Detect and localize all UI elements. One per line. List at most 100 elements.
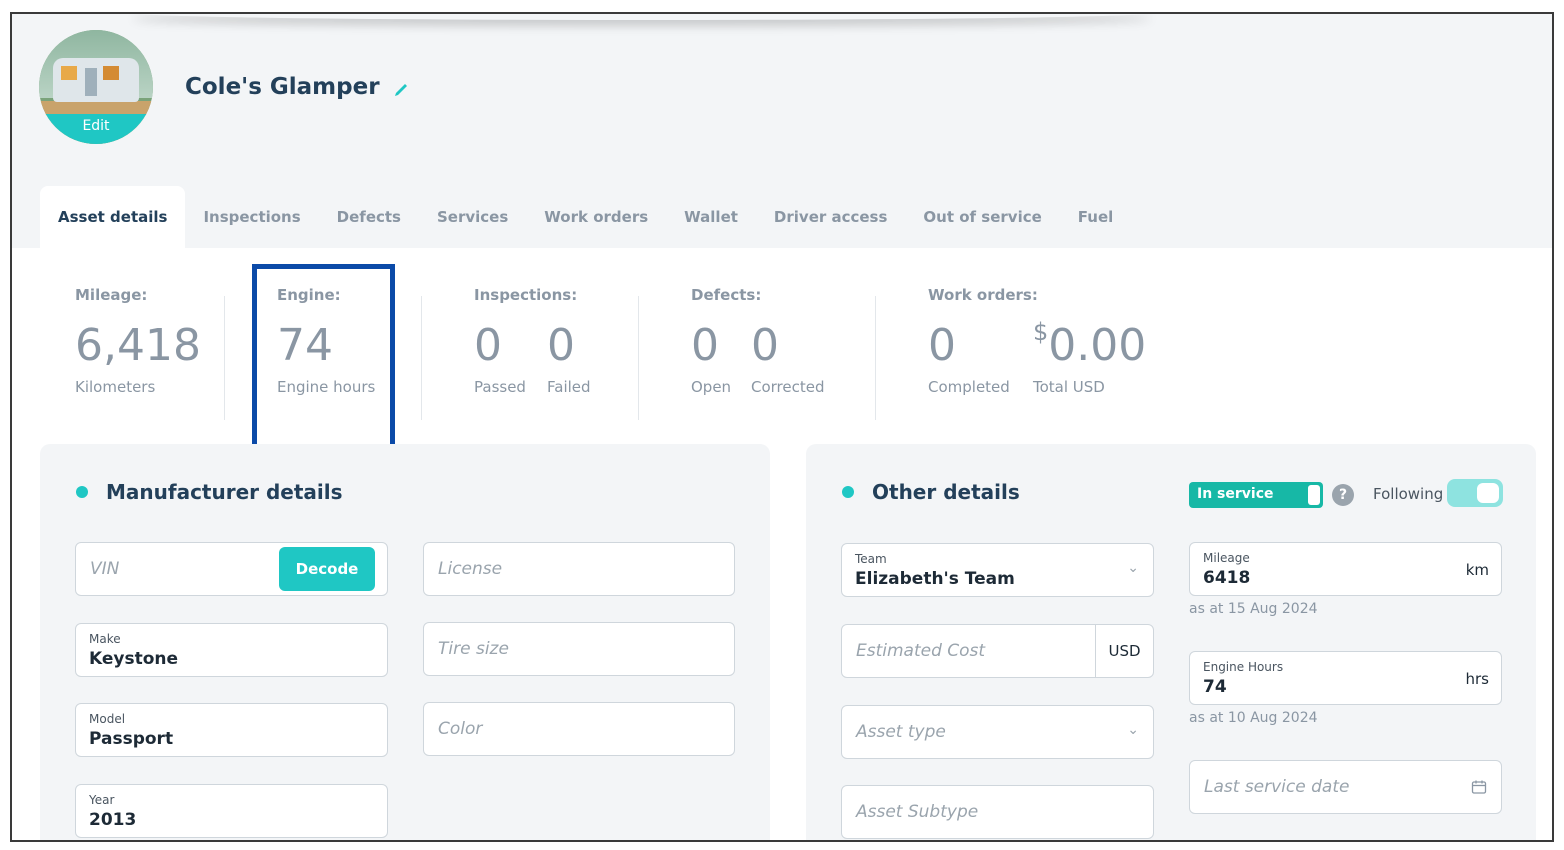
divider [421, 296, 422, 420]
tab-driver-access[interactable]: Driver access [756, 186, 906, 248]
model-field[interactable]: Model Passport [75, 703, 388, 757]
vin-field[interactable]: VIN Decode [75, 542, 388, 596]
engine-hours-asat: as at 10 Aug 2024 [1189, 710, 1318, 726]
mileage-label: Mileage [1203, 551, 1250, 565]
stat-corrected-label: Corrected [751, 378, 825, 396]
manufacturer-title: Manufacturer details [76, 480, 343, 504]
asset-title: Cole's Glamper [185, 74, 380, 100]
last-service-placeholder: Last service date [1204, 777, 1350, 797]
tab-out-of-service[interactable]: Out of service [905, 186, 1059, 248]
stat-defects: Defects: 0 Open 0 Corrected [691, 286, 825, 396]
mileage-field[interactable]: Mileage 6418 km [1189, 542, 1502, 596]
license-field[interactable]: License [423, 542, 735, 596]
currency-symbol: $ [1033, 318, 1049, 346]
make-field[interactable]: Make Keystone [75, 623, 388, 677]
stat-total-label: Total USD [1033, 378, 1105, 396]
stat-work-orders-completed: 0 [928, 320, 956, 371]
stat-passed-label: Passed [474, 378, 526, 396]
tab-wallet[interactable]: Wallet [666, 186, 756, 248]
other-details-title-text: Other details [872, 480, 1020, 504]
color-placeholder: Color [438, 719, 483, 739]
help-icon[interactable]: ? [1332, 484, 1354, 506]
stat-mileage-value: 6,418 [75, 320, 201, 371]
in-service-label: In service [1197, 486, 1274, 502]
estimated-cost-field[interactable]: Estimated Cost USD [841, 624, 1154, 678]
mileage-asat: as at 15 Aug 2024 [1189, 601, 1318, 617]
stat-failed-label: Failed [547, 378, 591, 396]
currency-suffix: USD [1095, 625, 1153, 677]
tire-size-placeholder: Tire size [438, 639, 509, 659]
license-placeholder: License [438, 559, 503, 579]
edit-pencil-icon[interactable] [392, 78, 412, 98]
calendar-icon[interactable] [1471, 779, 1487, 795]
team-value: Elizabeth's Team [855, 569, 1015, 589]
chevron-down-icon: ⌄ [1127, 722, 1139, 738]
following-toggle[interactable] [1447, 479, 1503, 507]
engine-hours-field[interactable]: Engine Hours 74 hrs [1189, 651, 1502, 705]
tab-inspections[interactable]: Inspections [185, 186, 318, 248]
stat-work-orders-label: Work orders: [928, 286, 1038, 304]
chevron-down-icon: ⌄ [1127, 560, 1139, 576]
engine-highlight-box [252, 264, 395, 460]
model-label: Model [89, 712, 126, 726]
asset-subtype-placeholder: Asset Subtype [856, 802, 979, 822]
stat-defects-label: Defects: [691, 286, 762, 304]
stat-work-orders: Work orders: 0 Completed $0.00 Total USD [928, 286, 1146, 396]
other-details-title: Other details [842, 480, 1020, 504]
team-select[interactable]: Team Elizabeth's Team ⌄ [841, 543, 1154, 597]
manufacturer-card: Manufacturer details VIN Decode License … [40, 444, 770, 840]
manufacturer-title-text: Manufacturer details [106, 480, 343, 504]
top-shadow [132, 14, 1152, 20]
color-field[interactable]: Color [423, 702, 735, 756]
bullet-dot-icon [76, 486, 88, 498]
tab-work-orders[interactable]: Work orders [526, 186, 666, 248]
estimated-cost-placeholder: Estimated Cost [856, 641, 986, 661]
last-service-date-field[interactable]: Last service date [1189, 760, 1502, 814]
asset-subtype-field[interactable]: Asset Subtype [841, 785, 1154, 839]
team-label: Team [855, 552, 887, 566]
engine-hours-unit: hrs [1465, 670, 1490, 688]
year-value: 2013 [89, 810, 137, 830]
stat-mileage-unit: Kilometers [75, 378, 156, 396]
decode-button[interactable]: Decode [279, 547, 375, 591]
stat-completed-label: Completed [928, 378, 1010, 396]
asset-type-select[interactable]: Asset type ⌄ [841, 705, 1154, 759]
vin-placeholder: VIN [90, 559, 120, 579]
asset-type-placeholder: Asset type [856, 722, 946, 742]
mileage-unit: km [1465, 561, 1489, 579]
tab-fuel[interactable]: Fuel [1060, 186, 1132, 248]
stat-inspections-passed: 0 [474, 320, 502, 371]
tab-bar: Asset details Inspections Defects Servic… [40, 186, 1131, 248]
year-label: Year [89, 793, 115, 807]
toggle-knob [1308, 485, 1320, 505]
year-field[interactable]: Year 2013 [75, 784, 388, 838]
in-service-toggle[interactable]: In service [1189, 482, 1323, 508]
make-value: Keystone [89, 649, 179, 669]
tab-asset-details[interactable]: Asset details [40, 186, 186, 248]
mileage-value: 6418 [1203, 568, 1251, 588]
stat-inspections-label: Inspections: [474, 286, 578, 304]
stat-defects-open: 0 [691, 320, 719, 371]
divider [638, 296, 639, 420]
stat-open-label: Open [691, 378, 732, 396]
following-label: Following [1373, 485, 1444, 503]
other-details-card: Other details Team Elizabeth's Team ⌄ Es… [806, 444, 1536, 840]
engine-hours-value: 74 [1203, 677, 1227, 697]
model-value: Passport [89, 729, 174, 749]
tab-services[interactable]: Services [419, 186, 526, 248]
app-window: Edit Cole's Glamper Asset details Inspec… [10, 12, 1554, 842]
bullet-dot-icon [842, 486, 854, 498]
divider [875, 296, 876, 420]
make-label: Make [89, 632, 121, 646]
tire-size-field[interactable]: Tire size [423, 622, 735, 676]
avatar-edit-button[interactable]: Edit [39, 114, 153, 144]
divider [224, 296, 225, 420]
stat-mileage: Mileage: 6,418 Kilometers [75, 286, 201, 396]
asset-avatar[interactable]: Edit [39, 30, 153, 144]
engine-hours-label: Engine Hours [1203, 660, 1284, 674]
stat-mileage-label: Mileage: [75, 286, 148, 304]
stat-inspections: Inspections: 0 Passed 0 Failed [474, 286, 591, 396]
stat-defects-corrected: 0 [751, 320, 779, 371]
stat-inspections-failed: 0 [547, 320, 575, 371]
tab-defects[interactable]: Defects [319, 186, 419, 248]
